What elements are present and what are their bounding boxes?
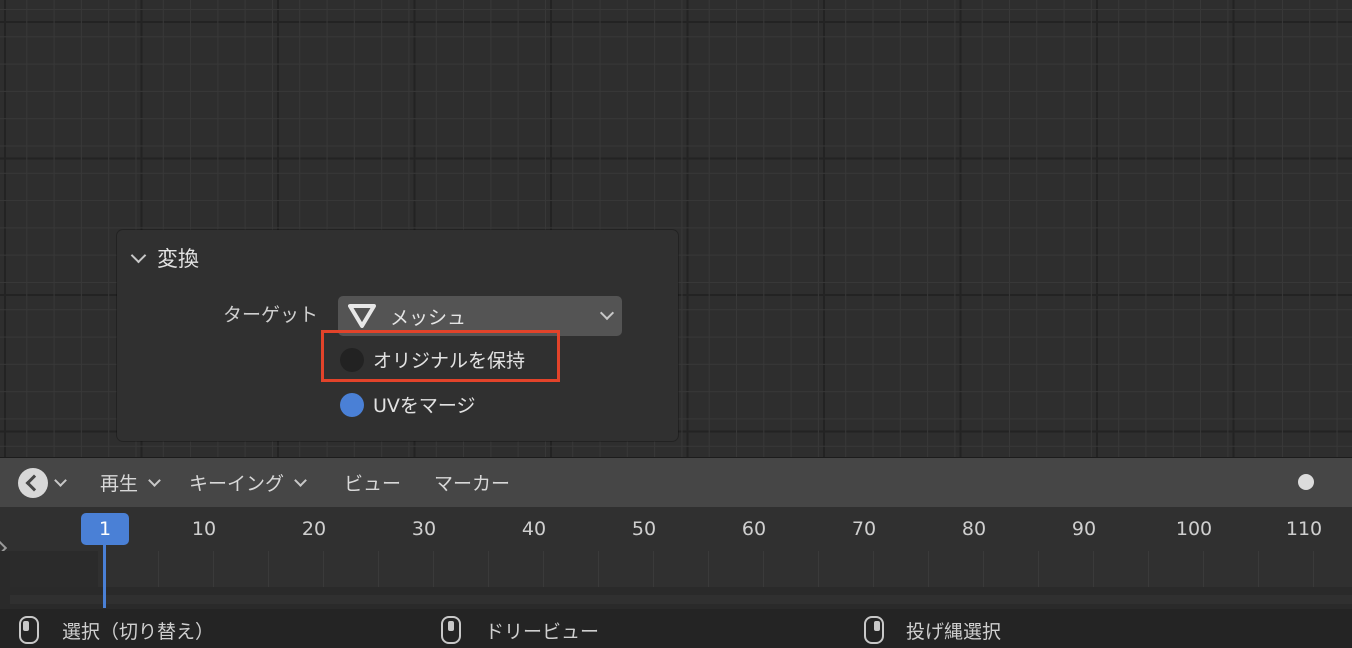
frame-tick: 10 [191,518,217,540]
frame-tick: 100 [1175,518,1213,540]
clock-icon [18,468,48,498]
chevron-down-icon [148,473,161,487]
track-row[interactable] [10,595,1352,604]
menu-view[interactable]: ビュー [344,469,401,496]
frame-ruler[interactable]: 1 10 20 30 40 50 60 70 80 90 100 110 [0,507,1352,556]
status-hint-dolly: ドリービュー [485,621,600,643]
menu-playback-label: 再生 [100,473,139,495]
summary-track[interactable] [10,551,1352,587]
frame-tick: 110 [1285,518,1323,540]
mouse-middle-icon [441,616,461,644]
mouse-left-icon [19,616,39,644]
panel-title: 変換 [157,247,199,271]
merge-uv-option[interactable]: UVをマージ [340,391,476,418]
menu-keying-label: キーイング [189,473,285,495]
menu-playback[interactable]: 再生 [100,469,161,496]
frame-tick: 20 [301,518,327,540]
menu-view-label: ビュー [344,473,402,495]
frame-tick: 40 [521,518,547,540]
current-frame-indicator[interactable]: 1 [81,513,129,545]
status-hint-lasso: 投げ縄選択 [906,621,1002,643]
mouse-right-icon [864,616,884,644]
timeline-tracks[interactable] [0,551,1352,609]
merge-uv-checkbox[interactable] [340,392,364,417]
frame-tick: 30 [411,518,437,540]
auto-keying-record-icon[interactable] [1298,474,1314,490]
playhead-line[interactable] [103,543,106,608]
menu-marker-label: マーカー [434,473,511,495]
chevron-down-icon [599,305,615,321]
chevron-down-icon[interactable] [130,247,147,263]
status-hint-select: 選択（切り替え） [62,621,215,643]
highlight-box [321,330,560,382]
merge-uv-label: UVをマージ [373,395,476,417]
menu-keying[interactable]: キーイング [189,469,307,496]
frame-tick: 60 [741,518,767,540]
timeline-header: 再生 キーイング ビュー マーカー [0,457,1352,508]
menu-marker[interactable]: マーカー [434,469,510,496]
operator-panel-convert: 変換 ターゲット メッシュ オリジナルを保持 UVをマージ [117,230,678,441]
chevron-down-icon [54,474,67,487]
chevron-down-icon [294,473,307,487]
panel-header[interactable]: 変換 [130,243,199,273]
mesh-icon [348,304,376,328]
target-dropdown-value: メッシュ [390,307,467,329]
target-label: ターゲット [222,304,318,326]
frame-tick: 80 [961,518,987,540]
frame-tick: 50 [631,518,657,540]
editor-type-selector[interactable] [18,467,72,499]
track-preroll [10,551,98,587]
frame-tick: 70 [851,518,877,540]
frame-tick: 90 [1071,518,1097,540]
status-bar: 選択（切り替え） ドリービュー 投げ縄選択 [0,609,1352,648]
